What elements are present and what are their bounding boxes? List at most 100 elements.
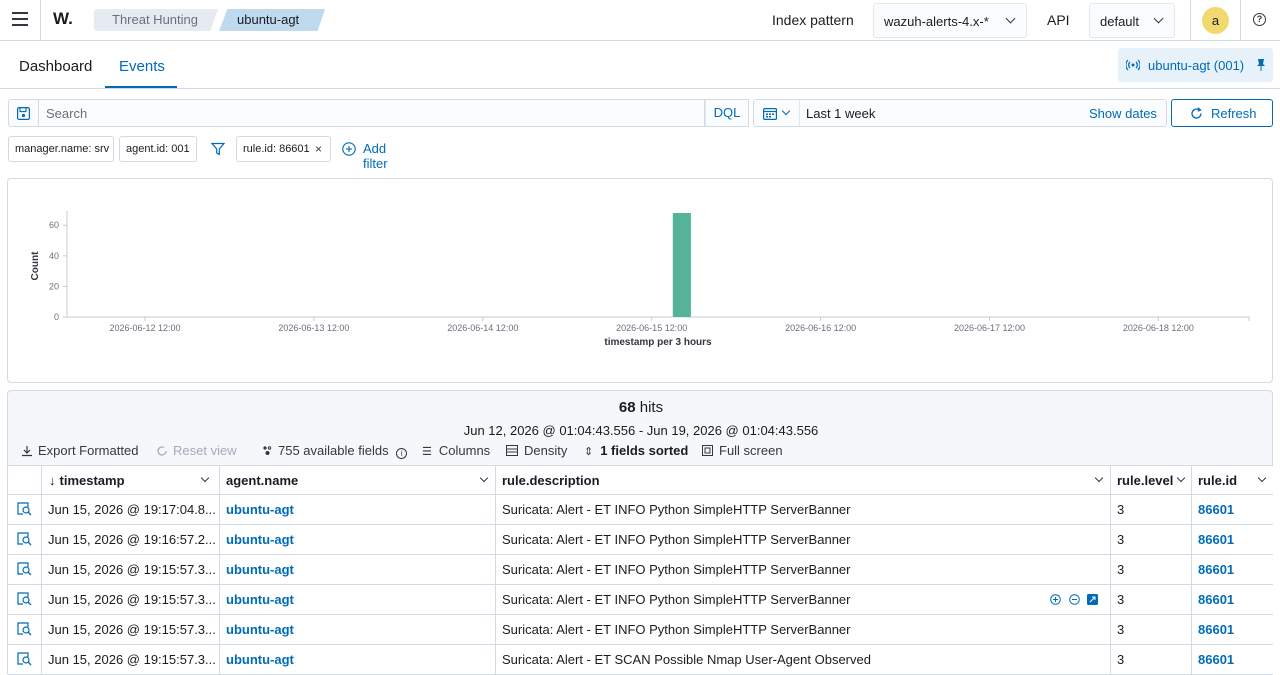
rule-id-link[interactable]: 86601: [1198, 592, 1234, 607]
wazuh-logo[interactable]: W.: [53, 9, 73, 29]
density-button[interactable]: Density: [506, 443, 567, 458]
agent-name-cell[interactable]: ubuntu-agt: [220, 645, 496, 674]
breadcrumb-threat-hunting[interactable]: Threat Hunting: [94, 9, 218, 31]
close-icon[interactable]: ×: [315, 142, 322, 156]
pinned-agent-button[interactable]: ubuntu-agt (001): [1118, 48, 1273, 82]
filter-out-value-icon[interactable]: [1068, 594, 1080, 605]
timestamp-cell[interactable]: Jun 15, 2026 @ 19:15:57.3...: [42, 645, 220, 674]
rule-level-cell[interactable]: 3: [1111, 645, 1192, 674]
rule-id-cell[interactable]: 86601: [1192, 585, 1273, 614]
calendar-icon[interactable]: [763, 107, 777, 120]
rule-level-cell[interactable]: 3: [1111, 555, 1192, 584]
timestamp-cell[interactable]: Jun 15, 2026 @ 19:16:57.2...: [42, 525, 220, 554]
agent-name-cell[interactable]: ubuntu-agt: [220, 525, 496, 554]
rule-id-cell[interactable]: 86601: [1192, 615, 1273, 644]
chevron-down-icon[interactable]: [479, 473, 489, 483]
rule-id-link[interactable]: 86601: [1198, 502, 1234, 517]
pin-icon[interactable]: [1256, 58, 1266, 72]
refresh-button[interactable]: Refresh: [1171, 99, 1273, 127]
inspect-document-icon[interactable]: [17, 622, 32, 636]
rule-description-cell[interactable]: Suricata: Alert - ET INFO Python SimpleH…: [496, 585, 1111, 614]
date-range-label[interactable]: Last 1 week: [806, 106, 875, 121]
api-select[interactable]: default: [1089, 3, 1175, 38]
column-header-timestamp[interactable]: ↓ timestamp: [42, 466, 220, 495]
tab-dashboard[interactable]: Dashboard: [19, 58, 92, 75]
inspect-document-icon[interactable]: [17, 592, 32, 606]
rule-id-cell[interactable]: 86601: [1192, 555, 1273, 584]
inspect-document-icon[interactable]: [17, 502, 32, 516]
index-pattern-select[interactable]: wazuh-alerts-4.x-*: [873, 3, 1027, 38]
rule-description-cell[interactable]: Suricata: Alert - ET INFO Python SimpleH…: [496, 495, 1111, 524]
column-header-rule-description[interactable]: rule.description: [496, 466, 1111, 495]
filter-pill[interactable]: agent.id: 001: [119, 136, 197, 162]
chevron-down-icon[interactable]: [200, 473, 210, 483]
rule-level-cell[interactable]: 3: [1111, 615, 1192, 644]
rule-description-cell[interactable]: Suricata: Alert - ET INFO Python SimpleH…: [496, 555, 1111, 584]
rule-level-cell[interactable]: 3: [1111, 495, 1192, 524]
rule-description-cell[interactable]: Suricata: Alert - ET SCAN Possible Nmap …: [496, 645, 1111, 674]
inspect-document-icon[interactable]: [17, 562, 32, 576]
chevron-down-icon[interactable]: [1094, 473, 1104, 483]
timestamp-cell[interactable]: Jun 15, 2026 @ 19:15:57.3...: [42, 615, 220, 644]
agent-name-cell[interactable]: ubuntu-agt: [220, 555, 496, 584]
rule-level-cell[interactable]: 3: [1111, 525, 1192, 554]
sort-button[interactable]: ⇕ 1 fields sorted: [584, 443, 688, 458]
agent-name-link[interactable]: ubuntu-agt: [226, 532, 294, 547]
rule-id-cell[interactable]: 86601: [1192, 495, 1273, 524]
x-tick-label: 2026-06-16 12:00: [785, 323, 856, 333]
timestamp-cell[interactable]: Jun 15, 2026 @ 19:17:04.8...: [42, 495, 220, 524]
agent-name-link[interactable]: ubuntu-agt: [226, 562, 294, 577]
timestamp-cell[interactable]: Jun 15, 2026 @ 19:15:57.3...: [42, 555, 220, 584]
rule-id-cell[interactable]: 86601: [1192, 525, 1273, 554]
help-icon[interactable]: ?: [1253, 13, 1266, 26]
filter-pill[interactable]: manager.name: srv: [8, 136, 114, 162]
inspect-document-icon[interactable]: [17, 652, 32, 666]
column-header-rule-id[interactable]: rule.id: [1192, 466, 1273, 495]
rule-id-link[interactable]: 86601: [1198, 622, 1234, 637]
agent-name-cell[interactable]: ubuntu-agt: [220, 585, 496, 614]
header-cell-actions: [8, 466, 42, 495]
add-filter-button[interactable]: Add filter: [363, 141, 388, 171]
agent-name-link[interactable]: ubuntu-agt: [226, 502, 294, 517]
reset-view-button[interactable]: Reset view: [156, 443, 237, 458]
agent-name-cell[interactable]: ubuntu-agt: [220, 615, 496, 644]
full-screen-button[interactable]: Full screen: [702, 443, 783, 458]
expand-cell-icon[interactable]: [1087, 594, 1099, 605]
columns-button[interactable]: ☰ Columns: [422, 443, 490, 458]
rule-id-cell[interactable]: 86601: [1192, 645, 1273, 674]
filter-for-value-icon[interactable]: [1050, 594, 1061, 605]
rule-level-cell[interactable]: 3: [1111, 585, 1192, 614]
breadcrumb-agent[interactable]: ubuntu-agt: [219, 9, 325, 31]
column-header-rule-level[interactable]: rule.level: [1111, 466, 1192, 495]
agent-name-link[interactable]: ubuntu-agt: [226, 592, 294, 607]
chevron-down-icon[interactable]: [1257, 473, 1267, 483]
agent-name-link[interactable]: ubuntu-agt: [226, 622, 294, 637]
rule-description-cell[interactable]: Suricata: Alert - ET INFO Python SimpleH…: [496, 615, 1111, 644]
chevron-down-icon[interactable]: [1176, 473, 1186, 483]
menu-icon[interactable]: [12, 12, 28, 26]
show-dates-link[interactable]: Show dates: [1089, 106, 1157, 121]
rule-id-link[interactable]: 86601: [1198, 652, 1234, 667]
filter-icon[interactable]: [211, 142, 225, 156]
tab-events[interactable]: Events: [119, 58, 165, 75]
export-formatted-button[interactable]: Export Formatted: [21, 443, 138, 458]
module-tabs: Dashboard Events ubuntu-agt (001): [0, 41, 1280, 89]
agent-name-link[interactable]: ubuntu-agt: [226, 652, 294, 667]
available-fields-button[interactable]: 755 available fields i: [262, 443, 408, 459]
query-language-button[interactable]: DQL: [705, 99, 749, 127]
rule-description-text: Suricata: Alert - ET INFO Python SimpleH…: [502, 622, 851, 637]
rule-id-link[interactable]: 86601: [1198, 532, 1234, 547]
time-range: Jun 12, 2026 @ 01:04:43.556 - Jun 19, 20…: [463, 423, 819, 438]
chevron-down-icon: [1005, 13, 1016, 24]
search-input[interactable]: Search: [38, 99, 705, 127]
filter-pill-removable[interactable]: rule.id: 86601 ×: [236, 136, 331, 162]
plus-circle-icon[interactable]: [342, 142, 356, 156]
saved-queries-button[interactable]: [8, 99, 38, 127]
user-avatar[interactable]: a: [1202, 7, 1229, 34]
rule-description-cell[interactable]: Suricata: Alert - ET INFO Python SimpleH…: [496, 525, 1111, 554]
inspect-document-icon[interactable]: [17, 532, 32, 546]
timestamp-cell[interactable]: Jun 15, 2026 @ 19:15:57.3...: [42, 585, 220, 614]
column-header-agent-name[interactable]: agent.name: [220, 466, 496, 495]
rule-id-link[interactable]: 86601: [1198, 562, 1234, 577]
agent-name-cell[interactable]: ubuntu-agt: [220, 495, 496, 524]
